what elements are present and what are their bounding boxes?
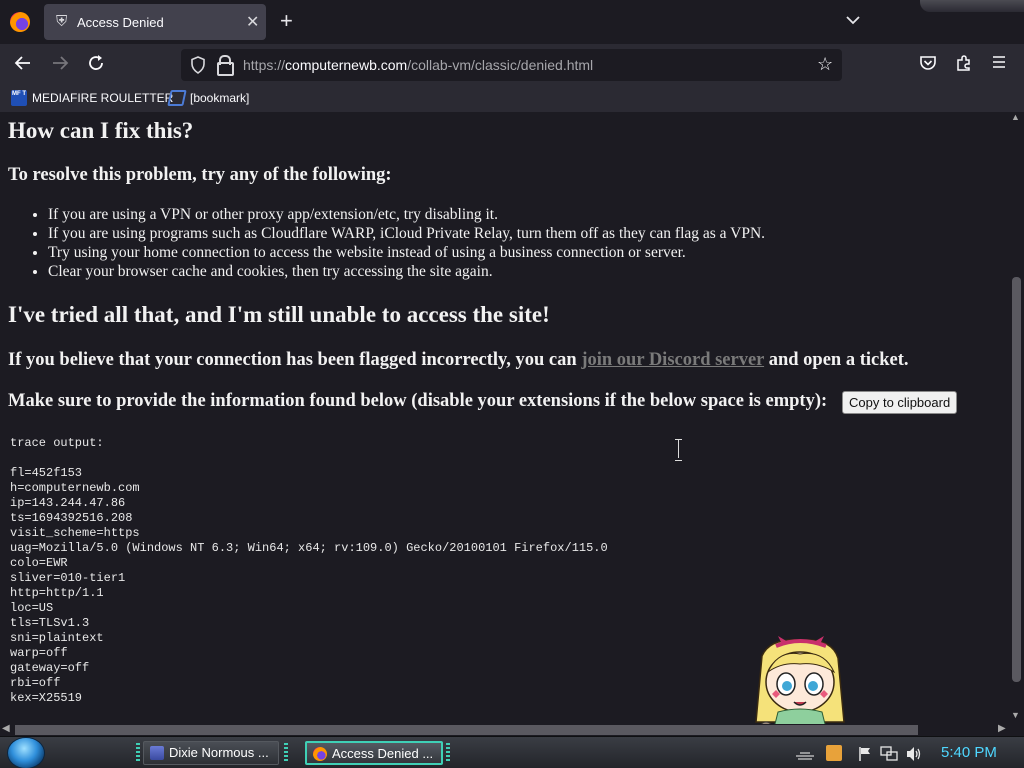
page-content: How can I fix this? To resolve this prob… <box>0 112 1009 724</box>
bookmark-label: [bookmark] <box>190 91 250 105</box>
trace-output[interactable]: trace output: fl=452f153 h=computernewb.… <box>10 436 608 706</box>
provide-info-heading: Make sure to provide the information fou… <box>8 391 828 411</box>
horizontal-scrollbar[interactable]: ◀ ▶ <box>0 723 1009 736</box>
mediafire-favicon-icon: MF T <box>11 90 27 106</box>
start-button[interactable] <box>8 738 44 768</box>
tab-title: Access Denied <box>77 15 164 30</box>
volume-speaker-icon[interactable] <box>905 746 923 765</box>
taskbar-grip[interactable] <box>284 743 288 763</box>
action-center-flag-icon[interactable] <box>857 746 873 765</box>
tracking-protection-shield-icon[interactable] <box>190 56 206 78</box>
bookmark-star-icon[interactable]: ☆ <box>817 54 833 75</box>
taskbar-button-dixie-normous[interactable]: Dixie Normous ... <box>143 741 279 765</box>
discord-link[interactable]: join our Discord server <box>581 350 764 370</box>
scroll-down-arrow-icon[interactable]: ▼ <box>1011 710 1020 720</box>
url-scheme: https:// <box>243 57 286 73</box>
tray-app-icon[interactable] <box>826 745 842 761</box>
back-arrow-icon[interactable] <box>14 54 32 76</box>
url-host: computernewb.com <box>285 57 408 73</box>
list-item: If you are using programs such as Cloudf… <box>48 224 765 243</box>
resolve-heading: To resolve this problem, try any of the … <box>8 165 392 185</box>
flagged-text-before: If you believe that your connection has … <box>8 350 582 370</box>
hamburger-menu-icon[interactable] <box>991 54 1007 75</box>
taskbar-button-label: Dixie Normous ... <box>169 745 269 760</box>
copy-to-clipboard-button[interactable]: Copy to clipboard <box>842 391 958 414</box>
new-tab-button[interactable]: + <box>280 9 293 33</box>
window-icon <box>150 746 164 760</box>
show-hidden-icons-icon[interactable] <box>794 746 816 763</box>
url-path: /collab-vm/classic/denied.html <box>407 57 594 73</box>
scrollbar-thumb[interactable] <box>1012 277 1021 682</box>
tab-access-denied[interactable]: ⛨ Access Denied ✕ <box>44 4 266 40</box>
taskbar-grip[interactable] <box>446 743 450 763</box>
taskbar-grip[interactable] <box>136 743 140 763</box>
cartoon-mascot-image <box>755 636 845 736</box>
window-controls[interactable] <box>920 0 1024 12</box>
puzzle-shield-icon: ⛨ <box>56 13 68 30</box>
list-all-tabs-chevron-icon[interactable] <box>846 13 860 28</box>
scroll-left-arrow-icon[interactable]: ◀ <box>2 723 10 734</box>
tips-list: If you are using a VPN or other proxy ap… <box>48 205 765 281</box>
firefox-icon <box>313 747 327 761</box>
tab-strip: ⛨ Access Denied ✕ + <box>0 0 1024 44</box>
list-item: If you are using a VPN or other proxy ap… <box>48 205 765 224</box>
reload-icon[interactable] <box>87 54 105 76</box>
fix-heading: How can I fix this? <box>8 118 194 143</box>
bookmarks-toolbar: MF T MEDIAFIRE ROULETTER [bookmark] <box>0 86 1024 112</box>
address-bar[interactable]: https://computernewb.com/collab-vm/class… <box>181 49 842 81</box>
bookmark-label: MEDIAFIRE ROULETTER <box>32 91 174 105</box>
taskbar-clock[interactable]: 5:40 PM <box>941 744 997 761</box>
close-tab-icon[interactable]: ✕ <box>246 12 259 32</box>
bookmark-second[interactable]: [bookmark] <box>167 90 250 108</box>
list-item: Clear your browser cache and cookies, th… <box>48 262 765 281</box>
scroll-up-arrow-icon[interactable]: ▲ <box>1011 112 1020 122</box>
pocket-icon[interactable] <box>919 54 937 77</box>
text-cursor-icon <box>675 438 683 461</box>
chevron-bookmark-icon <box>167 90 187 106</box>
flagged-paragraph: If you believe that your connection has … <box>8 350 909 371</box>
taskbar: Dixie Normous ... Access Denied ... 5:40… <box>0 736 1024 768</box>
extensions-puzzle-icon[interactable] <box>955 54 973 77</box>
flagged-text-after: and open a ticket. <box>764 350 909 370</box>
taskbar-button-access-denied[interactable]: Access Denied ... <box>305 741 443 765</box>
padlock-icon[interactable] <box>217 55 234 76</box>
navigation-toolbar: https://computernewb.com/collab-vm/class… <box>0 44 1024 86</box>
scrollbar-thumb[interactable] <box>15 725 918 735</box>
network-icon[interactable] <box>880 746 898 765</box>
still-unable-heading: I've tried all that, and I'm still unabl… <box>8 302 550 327</box>
url-text[interactable]: https://computernewb.com/collab-vm/class… <box>243 57 593 73</box>
firefox-logo-icon[interactable] <box>10 12 30 32</box>
bookmark-mediafire-roulette[interactable]: MF T MEDIAFIRE ROULETTER <box>11 90 173 108</box>
taskbar-button-label: Access Denied ... <box>332 746 434 761</box>
list-item: Try using your home connection to access… <box>48 243 765 262</box>
vertical-scrollbar[interactable]: ▲ ▼ <box>1009 112 1024 724</box>
scroll-right-arrow-icon[interactable]: ▶ <box>998 723 1006 734</box>
forward-arrow-icon[interactable] <box>51 54 69 76</box>
